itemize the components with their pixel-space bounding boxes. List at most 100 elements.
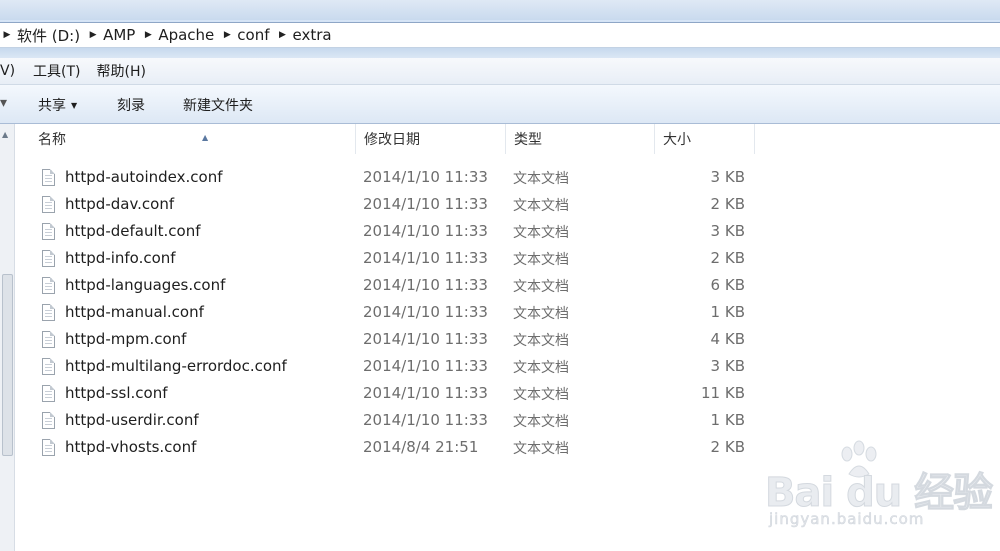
file-type: 文本文档 bbox=[513, 306, 569, 322]
column-header-row: ▲ 名称 修改日期 类型 大小 bbox=[15, 124, 1000, 154]
column-header-date-label: 修改日期 bbox=[364, 132, 420, 148]
file-type: 文本文档 bbox=[513, 333, 569, 349]
text-document-icon bbox=[42, 196, 55, 213]
file-size: 3 KB bbox=[710, 168, 745, 186]
text-document-icon bbox=[42, 277, 55, 294]
file-type: 文本文档 bbox=[513, 360, 569, 376]
scroll-up-arrow-icon[interactable]: ▲ bbox=[2, 130, 8, 139]
file-modified-date: 2014/1/10 11:33 bbox=[363, 411, 488, 429]
file-row[interactable]: httpd-autoindex.conf 2014/1/10 11:33 文本文档 3… bbox=[15, 165, 1000, 192]
file-size: 3 KB bbox=[710, 357, 745, 375]
file-modified-date: 2014/1/10 11:33 bbox=[363, 195, 488, 213]
file-type: 文本文档 bbox=[513, 441, 569, 457]
file-row[interactable]: httpd-languages.conf 2014/1/10 11:33 文本文档 6… bbox=[15, 273, 1000, 300]
menu-bar: V) 工具(T) 帮助(H) bbox=[0, 58, 1000, 85]
file-modified-date: 2014/1/10 11:33 bbox=[363, 222, 488, 240]
file-size: 1 KB bbox=[710, 303, 745, 321]
file-row[interactable]: httpd-info.conf 2014/1/10 11:33 文本文档 2 KB bbox=[15, 246, 1000, 273]
file-row[interactable]: httpd-manual.conf 2014/1/10 11:33 文本文档 1 KB bbox=[15, 300, 1000, 327]
burn-button[interactable]: 刻录 bbox=[117, 95, 145, 115]
file-name: httpd-languages.conf bbox=[65, 276, 226, 294]
file-size: 2 KB bbox=[710, 249, 745, 267]
breadcrumb-separator-icon[interactable]: ▶ bbox=[276, 30, 290, 40]
breadcrumb-drive[interactable]: 软件 (D:) bbox=[14, 25, 86, 46]
text-document-icon bbox=[42, 412, 55, 429]
breadcrumb-separator-icon[interactable]: ▶ bbox=[220, 30, 234, 40]
file-row[interactable]: httpd-default.conf 2014/1/10 11:33 文本文档 3 K… bbox=[15, 219, 1000, 246]
column-header-type[interactable]: 类型 bbox=[506, 124, 655, 154]
text-document-icon bbox=[42, 331, 55, 348]
new-folder-button[interactable]: 新建文件夹 bbox=[183, 95, 253, 115]
share-button[interactable]: 共享 ▼ bbox=[38, 95, 77, 115]
column-header-size-label: 大小 bbox=[663, 132, 691, 148]
file-type: 文本文档 bbox=[513, 414, 569, 430]
file-modified-date: 2014/1/10 11:33 bbox=[363, 384, 488, 402]
file-name: httpd-manual.conf bbox=[65, 303, 204, 321]
file-name: httpd-info.conf bbox=[65, 249, 176, 267]
watermark-url: jingyan.baidu.com bbox=[769, 510, 925, 529]
chrome-spacer bbox=[0, 48, 1000, 58]
file-type: 文本文档 bbox=[513, 252, 569, 268]
text-document-icon bbox=[42, 358, 55, 375]
file-name: httpd-userdir.conf bbox=[65, 411, 199, 429]
file-type: 文本文档 bbox=[513, 387, 569, 403]
file-name: httpd-mpm.conf bbox=[65, 330, 187, 348]
column-header-date[interactable]: 修改日期 bbox=[356, 124, 506, 154]
file-row[interactable]: httpd-dav.conf 2014/1/10 11:33 文本文档 2 KB bbox=[15, 192, 1000, 219]
address-bar: ▶ 软件 (D:) ▶ AMP ▶ Apache ▶ conf ▶ extra bbox=[0, 20, 1000, 48]
breadcrumb-amp[interactable]: AMP bbox=[100, 26, 141, 44]
breadcrumb-apache[interactable]: Apache bbox=[155, 26, 220, 44]
text-document-icon bbox=[42, 439, 55, 456]
file-name: httpd-autoindex.conf bbox=[65, 168, 223, 186]
column-header-size[interactable]: 大小 bbox=[655, 124, 755, 154]
file-modified-date: 2014/8/4 21:51 bbox=[363, 438, 479, 456]
navigation-pane-scrollbar[interactable]: ▲ bbox=[0, 124, 15, 551]
breadcrumb-separator-icon[interactable]: ▶ bbox=[0, 30, 14, 40]
breadcrumb[interactable]: ▶ 软件 (D:) ▶ AMP ▶ Apache ▶ conf ▶ extra bbox=[0, 22, 1000, 48]
file-size: 11 KB bbox=[701, 384, 745, 402]
file-modified-date: 2014/1/10 11:33 bbox=[363, 357, 488, 375]
file-row[interactable]: httpd-ssl.conf 2014/1/10 11:33 文本文档 11 KB bbox=[15, 381, 1000, 408]
file-name: httpd-ssl.conf bbox=[65, 384, 168, 402]
breadcrumb-separator-icon[interactable]: ▶ bbox=[86, 30, 100, 40]
sort-ascending-icon: ▲ bbox=[202, 133, 209, 142]
breadcrumb-separator-icon[interactable]: ▶ bbox=[141, 30, 155, 40]
menu-view[interactable]: V) bbox=[0, 63, 25, 79]
file-size: 2 KB bbox=[710, 438, 745, 456]
file-modified-date: 2014/1/10 11:33 bbox=[363, 276, 488, 294]
file-size: 1 KB bbox=[710, 411, 745, 429]
command-toolbar: ▾ 共享 ▼ 刻录 新建文件夹 bbox=[0, 85, 1000, 124]
file-list: httpd-autoindex.conf 2014/1/10 11:33 文本文档 3… bbox=[15, 165, 1000, 462]
text-document-icon bbox=[42, 223, 55, 240]
menu-tools[interactable]: 工具(T) bbox=[25, 61, 88, 81]
file-name: httpd-multilang-errordoc.conf bbox=[65, 357, 287, 375]
file-type: 文本文档 bbox=[513, 225, 569, 241]
text-document-icon bbox=[42, 385, 55, 402]
text-document-icon bbox=[42, 304, 55, 321]
file-row[interactable]: httpd-multilang-errordoc.conf 2014/1/10 1… bbox=[15, 354, 1000, 381]
file-type: 文本文档 bbox=[513, 279, 569, 295]
file-size: 3 KB bbox=[710, 222, 745, 240]
share-button-label: 共享 bbox=[38, 98, 66, 114]
file-row[interactable]: httpd-userdir.conf 2014/1/10 11:33 文本文档 1 K… bbox=[15, 408, 1000, 435]
text-document-icon bbox=[42, 169, 55, 186]
scrollbar-thumb[interactable] bbox=[2, 274, 13, 456]
dropdown-caret-icon: ▼ bbox=[71, 101, 78, 110]
column-header-type-label: 类型 bbox=[514, 132, 542, 148]
file-size: 6 KB bbox=[710, 276, 745, 294]
window-title-bar bbox=[0, 0, 1000, 21]
baidu-jingyan-watermark: Bai du 经验 jingyan.baidu.com bbox=[764, 440, 995, 540]
toolbar-overflow-caret-icon[interactable]: ▾ bbox=[0, 95, 7, 111]
breadcrumb-extra[interactable]: extra bbox=[290, 26, 338, 44]
breadcrumb-conf[interactable]: conf bbox=[234, 26, 275, 44]
column-header-name[interactable]: ▲ 名称 bbox=[30, 124, 356, 154]
menu-help[interactable]: 帮助(H) bbox=[89, 61, 154, 81]
text-document-icon bbox=[42, 250, 55, 267]
column-header-name-label: 名称 bbox=[38, 132, 66, 148]
file-row[interactable]: httpd-mpm.conf 2014/1/10 11:33 文本文档 4 KB bbox=[15, 327, 1000, 354]
file-size: 2 KB bbox=[710, 195, 745, 213]
file-name: httpd-dav.conf bbox=[65, 195, 175, 213]
file-type: 文本文档 bbox=[513, 171, 569, 187]
file-name: httpd-vhosts.conf bbox=[65, 438, 197, 456]
file-modified-date: 2014/1/10 11:33 bbox=[363, 303, 488, 321]
